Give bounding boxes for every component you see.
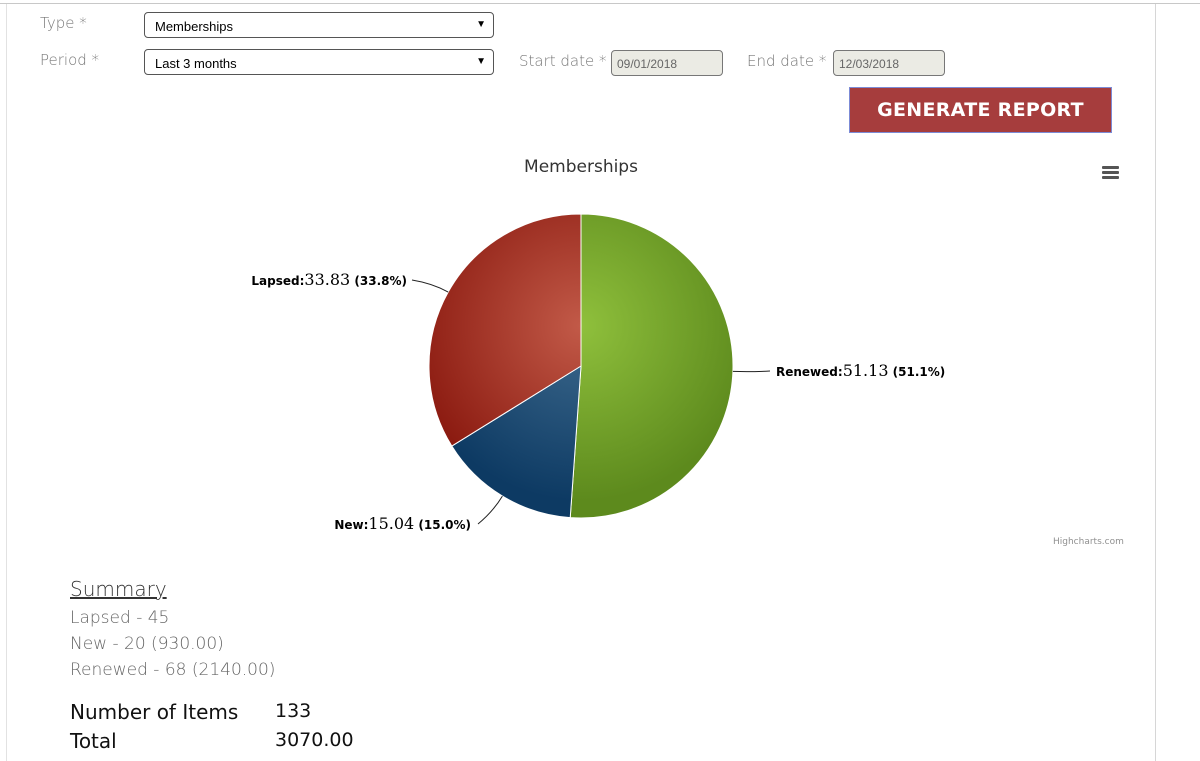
number-of-items-label: Number of Items <box>70 700 239 724</box>
connector-renewed <box>732 370 771 373</box>
summary-title: Summary <box>70 577 167 601</box>
total-label: Total <box>70 729 117 753</box>
data-label-new: New:15.04 (15.0%) <box>334 514 471 533</box>
number-of-items-value: 133 <box>275 700 312 722</box>
summary-line-renewed: Renewed - 68 (2140.00) <box>70 660 276 680</box>
connector-lapsed <box>411 279 449 293</box>
total-value: 3070.00 <box>275 729 354 751</box>
data-label-lapsed: Lapsed:33.83 (33.8%) <box>251 270 407 289</box>
summary-line-new: New - 20 (930.00) <box>70 634 224 654</box>
connector-new <box>477 495 503 525</box>
data-label-renewed: Renewed:51.13 (51.1%) <box>776 361 945 380</box>
summary-line-lapsed: Lapsed - 45 <box>70 608 170 628</box>
highcharts-credits[interactable]: Highcharts.com <box>1053 537 1124 547</box>
pie-slice-renewed[interactable] <box>569 213 734 519</box>
